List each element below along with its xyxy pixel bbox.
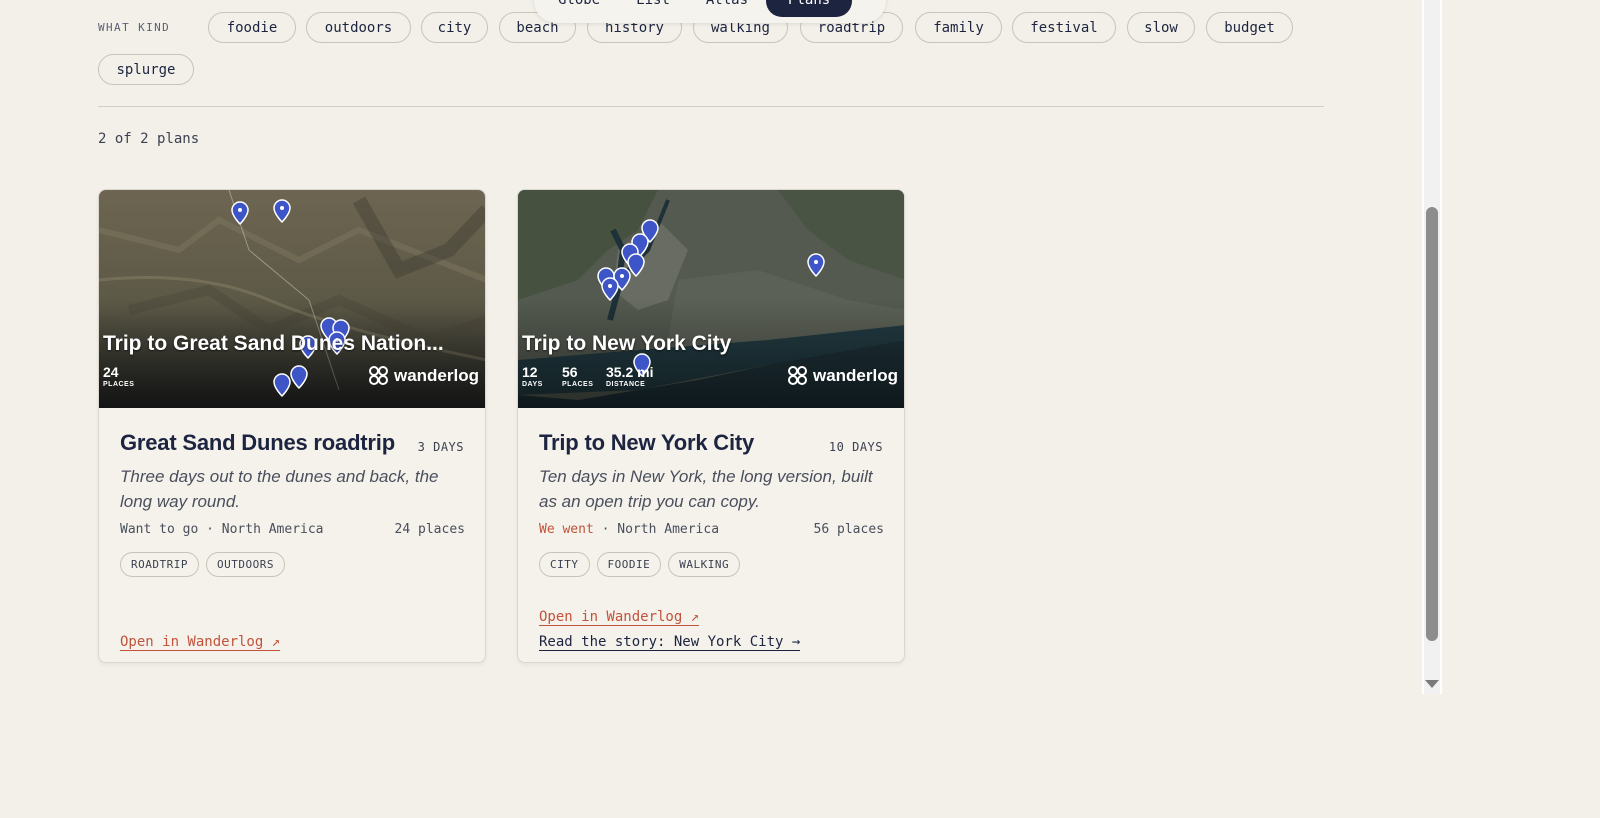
trip-days: 3 DAYS <box>417 440 464 454</box>
map-stat-places: 56 PLACES <box>562 364 594 388</box>
trip-status: Want to go <box>120 522 199 537</box>
filter-chip-foodie[interactable]: foodie <box>208 12 296 43</box>
plan-card[interactable]: Trip to New York City 12 DAYS 56 PLACES … <box>517 189 905 663</box>
tag-walking: WALKING <box>668 552 741 577</box>
open-in-wanderlog-link[interactable]: Open in Wanderlog ↗ <box>120 634 281 651</box>
filter-chip-slow[interactable]: slow <box>1127 12 1195 43</box>
map-thumbnail: Trip to Great Sand Dunes Nation... 24 PL… <box>99 190 485 408</box>
trip-status: We went <box>539 522 594 537</box>
results-count: 2 of 2 plans <box>98 131 200 147</box>
tag-list: CITY FOODIE WALKING <box>539 552 741 577</box>
trip-days: 10 DAYS <box>828 440 883 454</box>
scroll-down-arrow-icon[interactable] <box>1425 680 1439 688</box>
tag-outdoors: OUTDOORS <box>205 552 285 577</box>
wanderlog-logo: wanderlog <box>368 366 479 386</box>
trip-region: North America <box>221 522 324 537</box>
tab-atlas[interactable]: Atlas <box>688 0 766 17</box>
card-description: Three days out to the dunes and back, th… <box>120 467 439 511</box>
filter-chip-budget[interactable]: budget <box>1206 12 1293 43</box>
wanderlog-icon <box>787 366 808 386</box>
divider <box>98 106 1324 107</box>
filter-chip-outdoors[interactable]: outdoors <box>306 12 411 43</box>
tag-roadtrip: ROADTRIP <box>120 552 199 577</box>
wanderlog-icon <box>368 366 389 386</box>
card-title: Great Sand Dunes roadtrip <box>120 430 395 455</box>
filter-chip-festival[interactable]: festival <box>1012 12 1116 43</box>
meta-separator: · <box>601 522 610 537</box>
tab-globe[interactable]: Globe <box>540 0 618 17</box>
filter-label: WHAT KIND <box>98 21 171 34</box>
map-stat-places: 24 PLACES <box>103 364 135 388</box>
map-stat-days: 12 DAYS <box>522 364 543 388</box>
tag-city: CITY <box>539 552 590 577</box>
filter-chip-family[interactable]: family <box>915 12 1002 43</box>
open-in-wanderlog-link[interactable]: Open in Wanderlog ↗ <box>539 609 700 626</box>
card-meta: Want to go · North America 24 places <box>120 522 465 537</box>
tag-list: ROADTRIP OUTDOORS <box>120 552 285 577</box>
card-title: Trip to New York City <box>539 430 755 455</box>
filter-chip-city[interactable]: city <box>421 12 488 43</box>
scrollbar-thumb[interactable] <box>1426 207 1438 641</box>
tab-list[interactable]: List <box>618 0 688 17</box>
map-title: Trip to New York City <box>522 332 732 355</box>
view-tabs: Globe List Atlas Plans <box>534 0 886 23</box>
trip-region: North America <box>617 522 720 537</box>
tag-foodie: FOODIE <box>596 552 662 577</box>
map-stat-distance: 35.2 mi DISTANCE <box>606 364 654 388</box>
map-title: Trip to Great Sand Dunes Nation... <box>103 332 444 355</box>
meta-separator: · <box>206 522 214 537</box>
plan-card[interactable]: Trip to Great Sand Dunes Nation... 24 PL… <box>98 189 486 663</box>
card-description: Ten days in New York, the long version, … <box>539 467 873 511</box>
tab-plans[interactable]: Plans <box>766 0 853 17</box>
read-story-link[interactable]: Read the story: New York City → <box>539 634 801 651</box>
places-count: 24 places <box>394 522 465 537</box>
card-meta: We went · North America 56 places <box>539 522 884 537</box>
wanderlog-logo: wanderlog <box>787 366 898 386</box>
places-count: 56 places <box>813 522 884 537</box>
filter-chip-splurge[interactable]: splurge <box>98 54 194 85</box>
map-thumbnail: Trip to New York City 12 DAYS 56 PLACES … <box>518 190 904 408</box>
